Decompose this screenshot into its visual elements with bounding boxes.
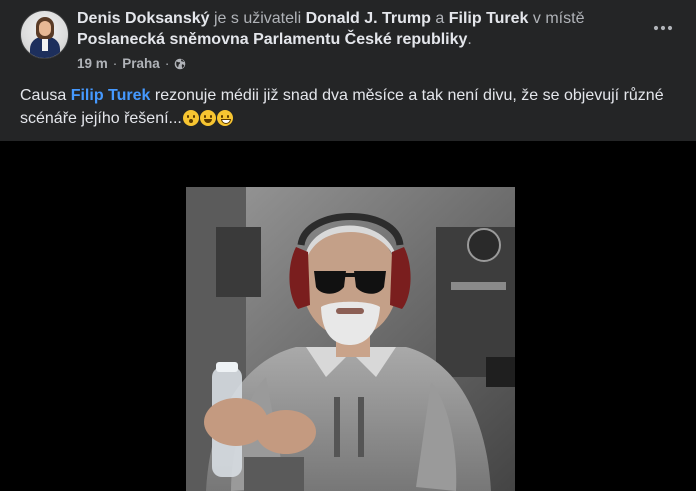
meta-separator: · — [112, 56, 118, 71]
place-link[interactable]: Poslanecká sněmovna Parlamentu České rep… — [77, 31, 467, 48]
place-text: v místě — [532, 10, 585, 27]
tagged-user-link-1[interactable]: Donald J. Trump — [306, 10, 431, 27]
shushing-face-emoji — [182, 110, 199, 126]
more-options-icon[interactable] — [650, 18, 676, 38]
post-media[interactable] — [0, 141, 696, 491]
body-mention-link[interactable]: Filip Turek — [71, 87, 151, 104]
author-avatar[interactable] — [20, 10, 69, 59]
with-text: je s uživateli — [213, 10, 302, 27]
grinning-sweat-emoji — [199, 110, 216, 126]
author-name-link[interactable]: Denis Doksanský — [77, 10, 210, 27]
post-body: Causa Filip Turek rezonuje médii již sna… — [20, 84, 680, 130]
post-headline: Denis Doksanský je s uživateli Donald J.… — [77, 8, 647, 50]
feed-post: Denis Doksanský je s uživateli Donald J.… — [0, 0, 696, 491]
grinning-face-emoji — [216, 110, 233, 126]
avatar-face — [39, 21, 51, 36]
post-header: Denis Doksanský je s uživateli Donald J.… — [20, 8, 660, 78]
post-location[interactable]: Praha — [122, 56, 160, 71]
globe-icon[interactable] — [174, 58, 186, 70]
post-timestamp[interactable]: 19 m — [77, 56, 108, 71]
headline-period: . — [467, 31, 472, 48]
meta-separator-2: · — [164, 56, 170, 71]
photo-illustration — [186, 187, 515, 491]
and-text: a — [435, 10, 445, 27]
post-meta: 19 m · Praha · — [77, 56, 186, 71]
avatar-shirt — [42, 37, 48, 51]
body-prefix: Causa — [20, 87, 67, 104]
post-photo[interactable] — [186, 187, 515, 491]
tagged-user-link-2[interactable]: Filip Turek — [449, 10, 529, 27]
